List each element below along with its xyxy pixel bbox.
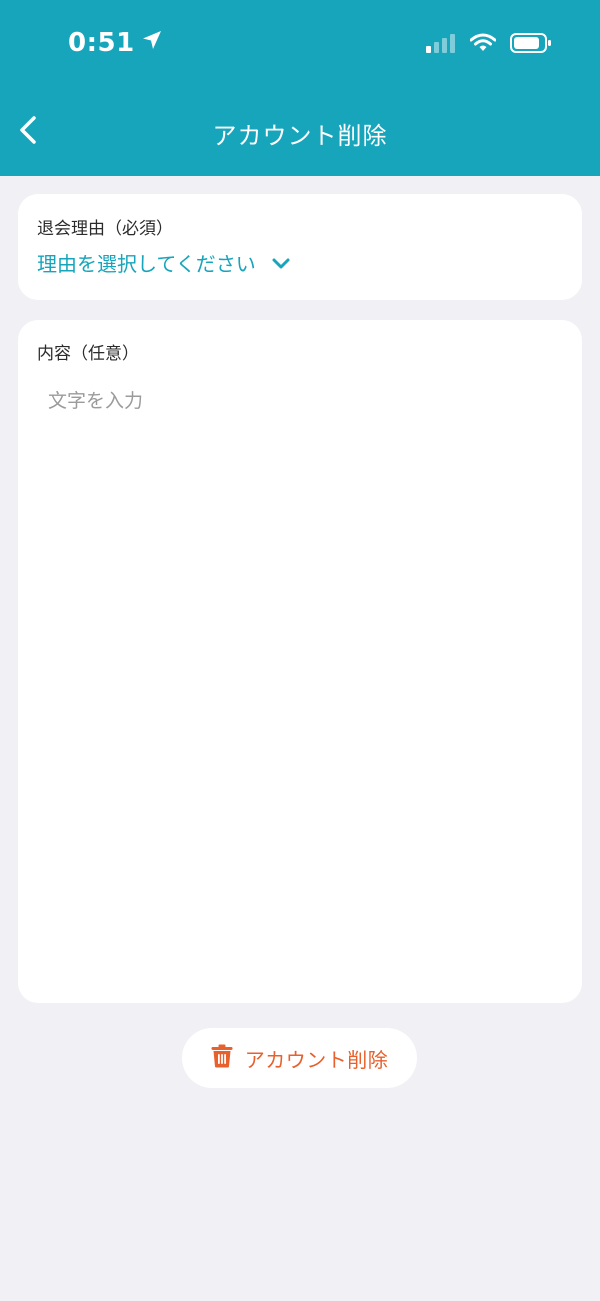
wifi-icon bbox=[469, 33, 497, 57]
content-card: 内容（任意） bbox=[18, 320, 582, 1003]
reason-select[interactable]: 理由を選択してください bbox=[37, 248, 290, 277]
reason-card: 退会理由（必須） 理由を選択してください bbox=[18, 194, 582, 300]
page-title: アカウント削除 bbox=[212, 122, 388, 150]
status-time: 0:51 bbox=[68, 28, 163, 58]
status-icons bbox=[426, 32, 552, 58]
location-arrow-icon bbox=[141, 28, 163, 58]
delete-account-label: アカウント削除 bbox=[244, 1047, 389, 1072]
trash-icon bbox=[211, 1044, 233, 1073]
delete-account-button[interactable]: アカウント削除 bbox=[182, 1028, 417, 1088]
content-textarea[interactable] bbox=[36, 380, 564, 980]
cellular-signal-icon bbox=[426, 33, 456, 57]
status-time-text: 0:51 bbox=[68, 28, 135, 58]
reason-label: 退会理由（必須） bbox=[37, 219, 173, 239]
chevron-down-icon bbox=[272, 251, 290, 275]
battery-icon bbox=[510, 32, 552, 58]
content-label: 内容（任意） bbox=[37, 344, 139, 364]
reason-select-text: 理由を選択してください bbox=[37, 252, 256, 276]
header: 0:51 アカウント削除 bbox=[0, 0, 600, 176]
